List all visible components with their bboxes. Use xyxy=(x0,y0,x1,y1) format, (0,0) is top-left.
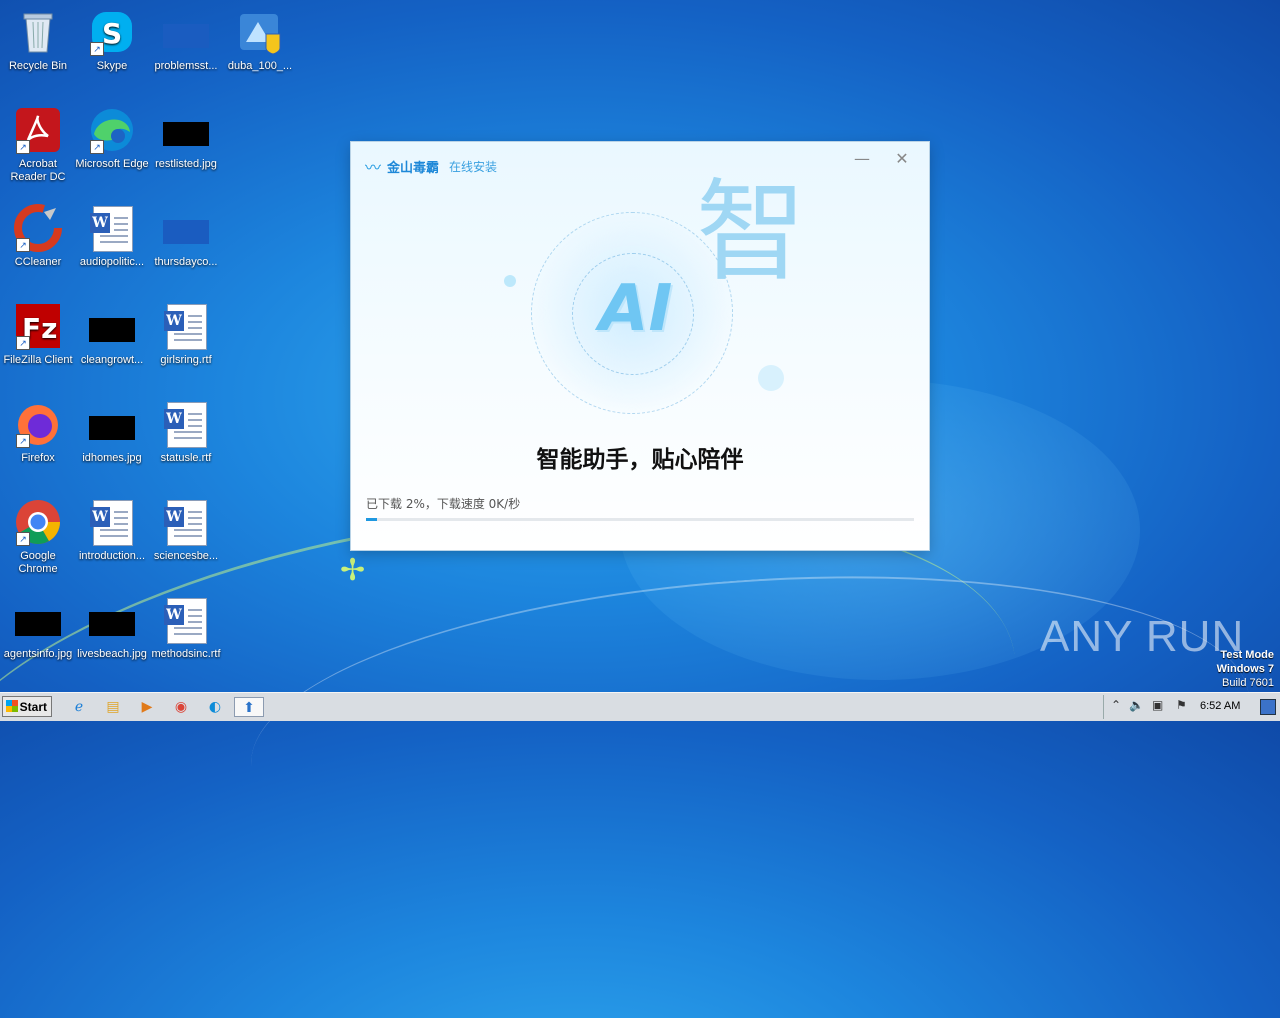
image-file-icon xyxy=(162,8,210,56)
windows-logo-icon xyxy=(6,700,18,712)
show-desktop-button[interactable] xyxy=(1260,699,1276,715)
skype-icon: S ↗ xyxy=(88,8,136,56)
desktop-icon-sciencesbe[interactable]: W sciencesbe... xyxy=(148,498,224,563)
word-doc-icon: W xyxy=(88,498,136,546)
acrobat-icon: ↗ xyxy=(14,106,62,154)
taskbar: Start ℯ ▤ ▶ ◉ ◐ ⬆ ⌃ 🔈 ▣ ⚑ 6:52 AM xyxy=(0,692,1280,721)
decorative-orb xyxy=(758,365,784,391)
taskbar-clock[interactable]: 6:52 AM xyxy=(1200,700,1240,712)
desktop-icon-filezilla[interactable]: Fz ↗ FileZilla Client xyxy=(0,302,76,367)
svg-text:S: S xyxy=(102,17,122,50)
shortcut-arrow-icon: ↗ xyxy=(16,434,30,448)
close-button[interactable]: ✕ xyxy=(891,148,913,170)
shortcut-arrow-icon: ↗ xyxy=(16,532,30,546)
installer-brand-name: 金山毒霸 xyxy=(387,160,440,176)
installer-subtitle: 在线安装 xyxy=(449,159,498,174)
image-file-icon xyxy=(88,400,136,448)
word-doc-icon: W xyxy=(162,498,210,546)
chrome-icon: ↗ xyxy=(14,498,62,546)
media-player-icon[interactable]: ▶ xyxy=(136,697,158,717)
duba-installer-icon[interactable]: ⬆ xyxy=(234,697,264,717)
tray-expand-icon[interactable]: ⌃ xyxy=(1111,698,1121,712)
desktop-icon-cleangrowt[interactable]: cleangrowt... xyxy=(74,302,150,367)
chrome-icon[interactable]: ◉ xyxy=(170,697,192,717)
desktop-icon-agentsinfo[interactable]: agentsinfo.jpg xyxy=(0,596,76,661)
desktop-icon-problemsst[interactable]: problemsst... xyxy=(148,8,224,73)
desktop-icon-thursdayco[interactable]: thursdayco... xyxy=(148,204,224,269)
desktop-icon-chrome[interactable]: ↗ Google Chrome xyxy=(0,498,76,576)
shortcut-arrow-icon: ↗ xyxy=(16,140,30,154)
word-doc-icon: W xyxy=(88,204,136,252)
desktop-icon-ccleaner[interactable]: ↗ CCleaner xyxy=(0,204,76,269)
anyrun-watermark: ANY RUN xyxy=(1040,612,1245,661)
volume-icon[interactable]: 🔈 xyxy=(1129,698,1144,712)
installer-slogan: 智能助手，贴心陪伴 xyxy=(536,447,744,473)
desktop-icon-methodsinc[interactable]: W methodsinc.rtf xyxy=(148,596,224,661)
wallpaper-fish-icon: ✢ xyxy=(340,553,366,588)
installer-icon xyxy=(236,8,284,56)
desktop-icon-restlisted[interactable]: restlisted.jpg xyxy=(148,106,224,171)
shortcut-arrow-icon: ↗ xyxy=(90,42,104,56)
shortcut-arrow-icon: ↗ xyxy=(16,336,30,350)
desktop-icon-duba-installer[interactable]: duba_100_... xyxy=(222,8,298,73)
ie-icon[interactable]: ℯ xyxy=(68,697,90,717)
image-file-icon xyxy=(162,204,210,252)
desktop-icon-recycle-bin[interactable]: Recycle Bin xyxy=(0,8,76,73)
desktop-icon-edge[interactable]: ↗ Microsoft Edge xyxy=(74,106,150,171)
minimize-button[interactable]: — xyxy=(851,148,873,170)
download-progress-fill xyxy=(366,518,377,521)
word-doc-icon: W xyxy=(162,596,210,644)
desktop-icon-audiopolitic[interactable]: W audiopolitic... xyxy=(74,204,150,269)
explorer-icon[interactable]: ▤ xyxy=(102,697,124,717)
ai-art-text: AI xyxy=(599,272,673,346)
desktop-icon-idhomes[interactable]: idhomes.jpg xyxy=(74,400,150,465)
duba-logo-icon: 〰 xyxy=(365,158,382,177)
desktop-icon-introduction[interactable]: W introduction... xyxy=(74,498,150,563)
image-file-icon xyxy=(14,596,62,644)
download-progress-bar xyxy=(366,518,914,521)
desktop-icon-skype[interactable]: S ↗ Skype xyxy=(74,8,150,73)
firefox-icon: ↗ xyxy=(14,400,62,448)
decorative-orb xyxy=(504,275,516,287)
installer-brand: 〰 金山毒霸 在线安装 xyxy=(365,154,497,178)
image-file-icon xyxy=(162,106,210,154)
filezilla-icon: Fz ↗ xyxy=(14,302,62,350)
recycle-bin-icon xyxy=(14,8,62,56)
word-doc-icon: W xyxy=(162,400,210,448)
tray-separator xyxy=(1103,695,1104,719)
word-doc-icon: W xyxy=(162,302,210,350)
image-file-icon xyxy=(88,596,136,644)
image-file-icon xyxy=(88,302,136,350)
test-mode-watermark: Test Mode Windows 7 Build 7601 xyxy=(1216,649,1274,689)
action-center-flag-icon[interactable]: ⚑ xyxy=(1176,698,1187,712)
shortcut-arrow-icon: ↗ xyxy=(90,140,104,154)
edge-icon: ↗ xyxy=(88,106,136,154)
edge-icon[interactable]: ◐ xyxy=(204,697,226,717)
desktop-icon-statusle[interactable]: W statusle.rtf xyxy=(148,400,224,465)
desktop-icon-acrobat[interactable]: ↗ Acrobat Reader DC xyxy=(0,106,76,184)
network-icon[interactable]: ▣ xyxy=(1152,698,1163,712)
zhi-art-text: 智 xyxy=(696,168,806,296)
installer-window: 〰 金山毒霸 在线安装 — ✕ AI 智 智能助手，贴心陪伴 已下载 2%，下载… xyxy=(351,142,929,550)
ccleaner-icon: ↗ xyxy=(14,204,62,252)
shortcut-arrow-icon: ↗ xyxy=(16,238,30,252)
start-button[interactable]: Start xyxy=(2,696,52,717)
download-progress-text: 已下载 2%，下载速度 0K/秒 xyxy=(366,497,521,511)
desktop-icon-firefox[interactable]: ↗ Firefox xyxy=(0,400,76,465)
desktop-icon-livesbeach[interactable]: livesbeach.jpg xyxy=(74,596,150,661)
desktop-icon-girlsring[interactable]: W girlsring.rtf xyxy=(148,302,224,367)
